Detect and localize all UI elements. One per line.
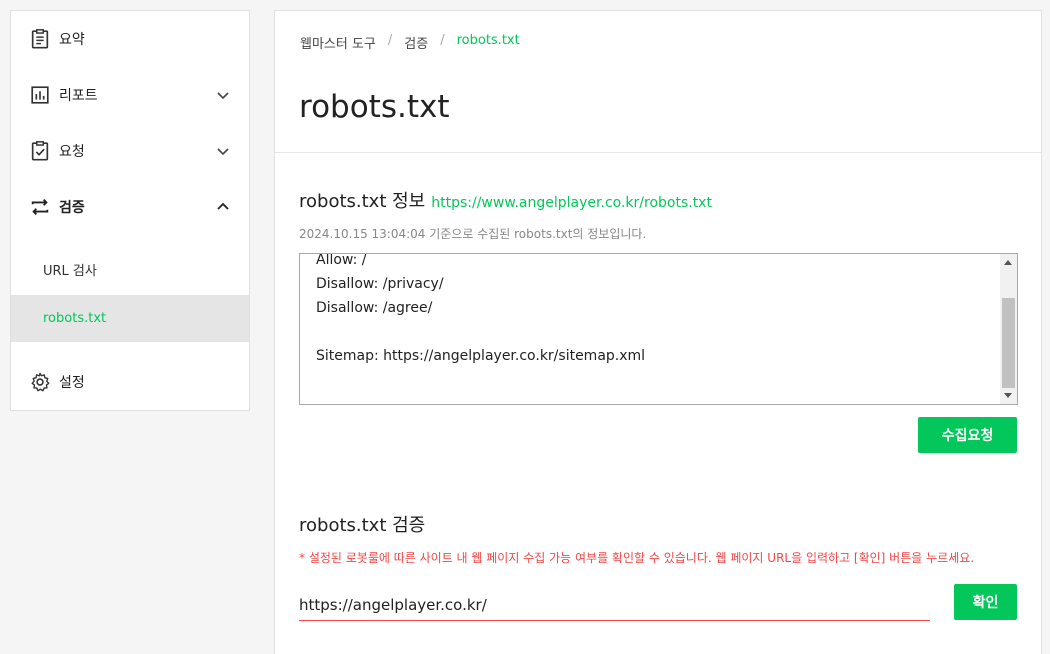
sidebar-label-request: 요청 [59, 144, 85, 160]
swap-arrows-icon [31, 199, 49, 215]
robots-content-textarea[interactable]: Allow: / Disallow: /privacy/ Disallow: /… [299, 253, 1018, 405]
sidebar-item-request[interactable]: 요청 [11, 123, 249, 179]
main-panel: 웹마스터 도구 / 검증 / robots.txt robots.txt rob… [274, 10, 1042, 654]
gear-icon [31, 372, 50, 392]
scroll-down-arrow-icon[interactable] [1004, 393, 1012, 398]
sidebar-item-verify[interactable]: 검증 [11, 179, 249, 235]
info-section-title: robots.txt 정보 https://www.angelplayer.co.… [299, 187, 712, 213]
collect-request-button[interactable]: 수집요청 [918, 417, 1017, 453]
confirm-button[interactable]: 확인 [954, 584, 1017, 620]
robots-line: Sitemap: https://angelplayer.co.kr/sitem… [316, 348, 646, 364]
sidebar-item-summary[interactable]: 요약 [11, 11, 249, 67]
robots-line: Disallow: /agree/ [316, 300, 433, 316]
breadcrumb-separator: / [440, 33, 445, 48]
sidebar-item-report[interactable]: 리포트 [11, 67, 249, 123]
sidebar-label-verify: 검증 [59, 200, 85, 216]
breadcrumb-separator: / [387, 33, 393, 48]
chevron-down-icon[interactable] [215, 143, 231, 159]
info-section-title-text: robots.txt 정보 [299, 191, 426, 212]
breadcrumb: 웹마스터 도구 / 검증 / robots.txt [300, 33, 520, 52]
breadcrumb-item-webmaster[interactable]: 웹마스터 도구 [300, 33, 376, 52]
sidebar-subitem-label: URL 검사 [43, 264, 97, 279]
sidebar-label-summary: 요약 [59, 32, 85, 48]
verify-warning-text: * 설정된 로봇룰에 따른 사이트 내 웹 페이지 수집 가능 여부를 확인할 … [299, 551, 975, 565]
clipboard-icon [31, 29, 49, 49]
sidebar-label-report: 리포트 [59, 88, 98, 104]
verify-url-input[interactable] [299, 589, 930, 621]
breadcrumb-item-verify[interactable]: 검증 [404, 33, 428, 52]
robots-content-lines: Allow: / Disallow: /privacy/ Disallow: /… [316, 253, 646, 368]
textarea-scrollbar[interactable] [1000, 254, 1017, 404]
robots-line [316, 320, 645, 344]
scroll-up-arrow-icon[interactable] [1004, 260, 1012, 265]
sidebar: 요약 리포트 요청 검증 URL 검사 robots.txt 설정 [10, 10, 250, 411]
divider [275, 152, 1041, 153]
bar-chart-icon [31, 86, 49, 104]
robots-line: Allow: / [316, 253, 367, 268]
sidebar-label-settings: 설정 [59, 375, 85, 391]
scrollbar-thumb[interactable] [1002, 298, 1015, 388]
chevron-up-icon[interactable] [215, 199, 231, 215]
chevron-down-icon[interactable] [215, 87, 231, 103]
collected-info-note: 2024.10.15 13:04:04 기준으로 수집된 robots.txt의… [299, 227, 647, 241]
sidebar-subitem-robots[interactable]: robots.txt [11, 295, 249, 342]
verify-section-title: robots.txt 검증 [299, 515, 426, 536]
clipboard-check-icon [31, 141, 49, 161]
robots-url-link[interactable]: https://www.angelplayer.co.kr/robots.txt [431, 195, 712, 211]
sidebar-subitem-label: robots.txt [43, 311, 107, 326]
sidebar-subitem-url-inspect[interactable]: URL 검사 [11, 246, 249, 293]
sidebar-item-settings[interactable]: 설정 [11, 354, 249, 410]
robots-line: Disallow: /privacy/ [316, 276, 444, 292]
page-title: robots.txt [299, 89, 450, 125]
breadcrumb-item-current: robots.txt [456, 33, 520, 48]
